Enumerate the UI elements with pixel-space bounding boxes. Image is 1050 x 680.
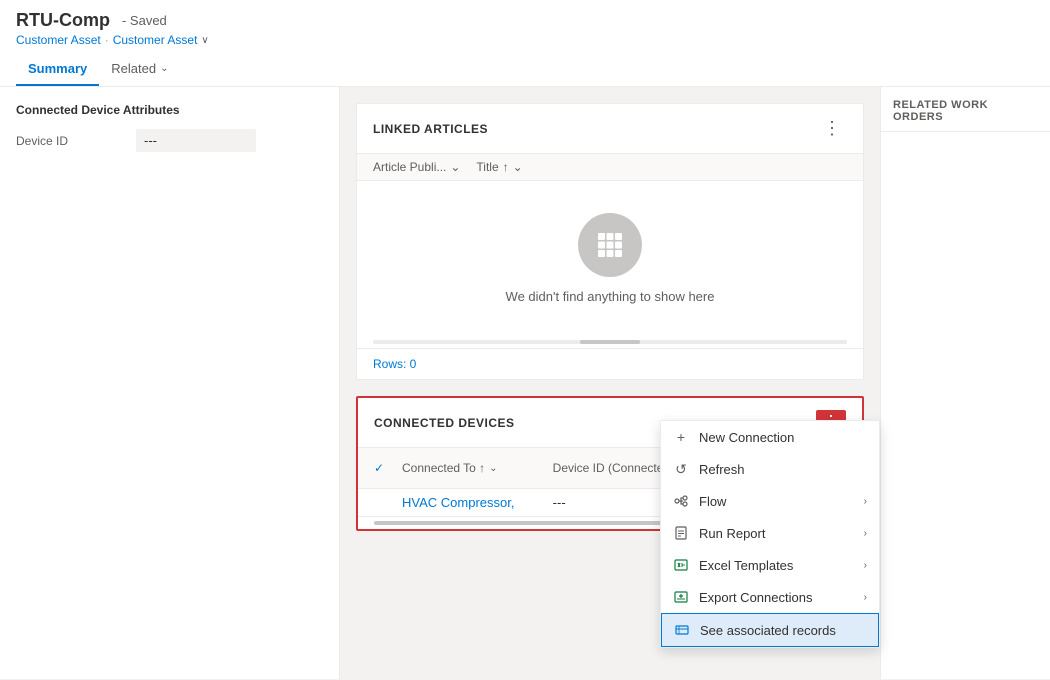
records-icon	[674, 622, 690, 638]
linked-articles-rows-count: Rows: 0	[357, 348, 863, 379]
empty-state-icon	[578, 213, 642, 277]
menu-run-report[interactable]: Run Report ›	[661, 517, 879, 549]
connected-device-attributes-title: Connected Device Attributes	[16, 103, 323, 117]
linked-articles-more-btn[interactable]: ⋮	[817, 116, 847, 141]
breadcrumb-dropdown-arrow: ∨	[201, 35, 208, 46]
report-icon	[673, 525, 689, 541]
breadcrumb-separator: ·	[105, 33, 109, 47]
connected-to-link[interactable]: HVAC Compressor,	[402, 495, 514, 510]
menu-see-associated-records[interactable]: See associated records	[661, 613, 879, 647]
excel-icon	[673, 557, 689, 573]
related-work-orders-title: RELATED WORK ORDERS	[881, 87, 1050, 131]
linked-articles-scrollbar	[373, 340, 847, 344]
nav-tabs: Summary Related ⌄	[16, 55, 1034, 86]
col-title-label: Title	[476, 160, 498, 174]
menu-refresh-label: Refresh	[699, 462, 867, 477]
col-title-dropdown: ⌄	[513, 160, 523, 174]
col-connected-to-label: Connected To ↑	[402, 461, 485, 475]
connected-to-value: HVAC Compressor,	[402, 495, 545, 510]
context-menu: + New Connection ↺ Refresh Flow ›	[660, 420, 880, 648]
linked-articles-header: Linked Articles ⋮	[357, 104, 863, 154]
col-device-id-label: Device ID (Connecte...	[553, 461, 674, 475]
tab-summary[interactable]: Summary	[16, 55, 99, 86]
tab-related[interactable]: Related ⌄	[99, 55, 180, 86]
run-report-arrow: ›	[864, 528, 867, 539]
main-content: Connected Device Attributes Device ID --…	[0, 87, 1050, 679]
page-header: RTU-Comp - Saved Customer Asset · Custom…	[0, 0, 1050, 87]
linked-articles-card: Linked Articles ⋮ Article Publi... ⌄ Tit…	[356, 103, 864, 380]
col-article-publi[interactable]: Article Publi... ⌄	[373, 160, 460, 174]
linked-articles-title: Linked Articles	[373, 122, 488, 136]
scrollbar-thumb	[580, 340, 640, 344]
export-icon	[673, 589, 689, 605]
col-connected-to[interactable]: Connected To ↑ ⌄	[402, 461, 545, 475]
linked-articles-columns: Article Publi... ⌄ Title ↑ ⌄	[357, 154, 863, 181]
refresh-icon: ↺	[673, 461, 689, 477]
check-col-icon: ✓	[374, 461, 384, 475]
menu-refresh[interactable]: ↺ Refresh	[661, 453, 879, 485]
device-id-value[interactable]: ---	[136, 129, 256, 152]
menu-flow-label: Flow	[699, 494, 854, 509]
linked-articles-empty-text: We didn't find anything to show here	[506, 289, 715, 304]
device-id-label: Device ID	[16, 134, 136, 148]
excel-templates-arrow: ›	[864, 560, 867, 571]
record-title: RTU-Comp	[16, 10, 110, 31]
right-panel-divider	[881, 131, 1050, 132]
plus-icon: +	[673, 429, 689, 445]
col-article-publi-sort: ⌄	[450, 160, 460, 174]
device-id-field-row: Device ID ---	[16, 129, 323, 152]
menu-excel-templates-label: Excel Templates	[699, 558, 854, 573]
menu-new-connection[interactable]: + New Connection	[661, 421, 879, 453]
header-top: RTU-Comp - Saved	[16, 10, 1034, 31]
breadcrumb: Customer Asset · Customer Asset ∨	[16, 33, 1034, 47]
saved-label: - Saved	[122, 13, 167, 28]
breadcrumb-item1[interactable]: Customer Asset	[16, 33, 101, 47]
breadcrumb-item2: Customer Asset	[113, 33, 198, 47]
tab-related-label: Related	[111, 61, 156, 76]
col-article-publi-label: Article Publi...	[373, 160, 446, 174]
connected-devices-title: CONNECTED DEVICES	[374, 416, 515, 430]
left-panel: Connected Device Attributes Device ID --…	[0, 87, 340, 679]
col-title[interactable]: Title ↑ ⌄	[476, 160, 522, 174]
menu-see-associated-records-label: See associated records	[700, 623, 866, 638]
right-panel: RELATED WORK ORDERS	[880, 87, 1050, 679]
flow-icon	[673, 493, 689, 509]
menu-export-connections-label: Export Connections	[699, 590, 854, 605]
export-connections-arrow: ›	[864, 592, 867, 603]
flow-arrow: ›	[864, 496, 867, 507]
menu-run-report-label: Run Report	[699, 526, 854, 541]
linked-articles-empty: We didn't find anything to show here	[357, 181, 863, 336]
menu-export-connections[interactable]: Export Connections ›	[661, 581, 879, 613]
breadcrumb-dropdown[interactable]: Customer Asset ∨	[113, 33, 209, 47]
col-connected-to-dropdown: ⌄	[489, 463, 497, 474]
menu-excel-templates[interactable]: Excel Templates ›	[661, 549, 879, 581]
menu-flow[interactable]: Flow ›	[661, 485, 879, 517]
tab-related-arrow: ⌄	[160, 63, 168, 74]
tab-summary-label: Summary	[28, 61, 87, 76]
col-title-sort: ↑	[503, 160, 509, 174]
menu-new-connection-label: New Connection	[699, 430, 867, 445]
